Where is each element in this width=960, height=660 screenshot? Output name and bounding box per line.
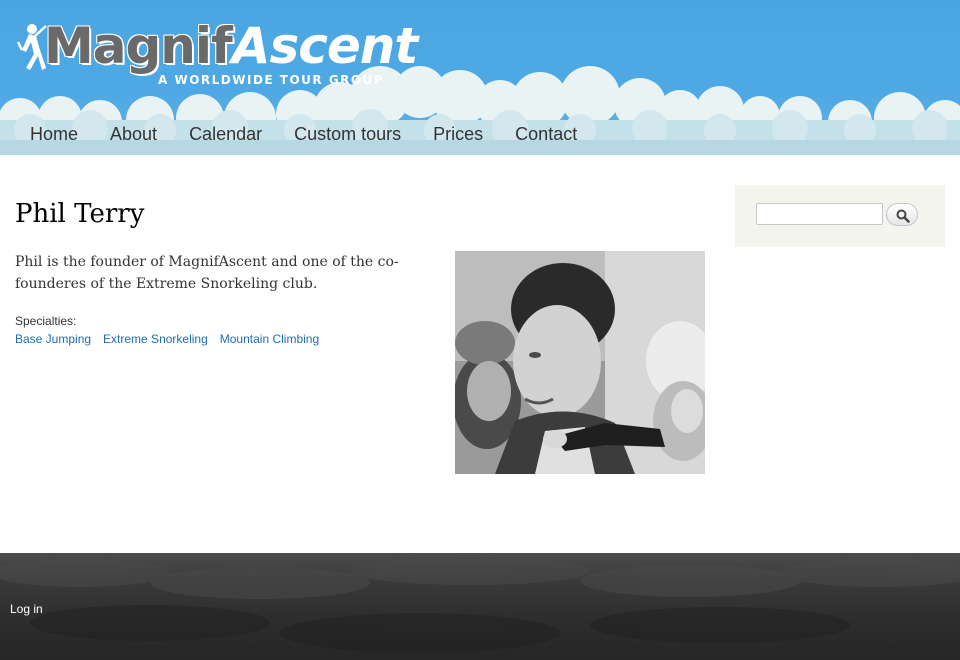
specialty-link-base-jumping[interactable]: Base Jumping — [15, 332, 91, 346]
nav-item-custom-tours[interactable]: Custom tours — [278, 120, 417, 149]
specialty-link-mountain-climbing[interactable]: Mountain Climbing — [220, 332, 319, 346]
nav-item-prices[interactable]: Prices — [417, 120, 499, 149]
logo-tagline: A WORLDWIDE TOUR GROUP — [158, 73, 385, 87]
nav-item-home[interactable]: Home — [14, 120, 94, 149]
main-nav: Home About Calendar Custom tours Prices … — [14, 120, 593, 149]
specialties-label: Specialties: — [15, 314, 77, 328]
page-title: Phil Terry — [15, 199, 145, 229]
specialty-link-extreme-snorkeling[interactable]: Extreme Snorkeling — [103, 332, 208, 346]
search-icon — [896, 209, 910, 223]
site-logo[interactable]: MagnifAscent A WORLDWIDE TOUR GROUP — [12, 14, 422, 88]
logo-part-magnif: Magnif — [44, 17, 233, 75]
site-footer: Log in — [0, 553, 960, 660]
profile-photo — [455, 251, 705, 474]
sidebar-search-block — [735, 185, 945, 247]
nav-item-contact[interactable]: Contact — [499, 120, 593, 149]
nav-item-about[interactable]: About — [94, 120, 173, 149]
login-link[interactable]: Log in — [10, 602, 43, 616]
search-button[interactable] — [886, 203, 918, 226]
logo-part-ascent: Ascent — [231, 17, 419, 75]
specialties-list: Base Jumping Extreme Snorkeling Mountain… — [15, 332, 319, 346]
search-input[interactable] — [756, 203, 883, 225]
bio-text: Phil is the founder of MagnifAscent and … — [15, 254, 399, 292]
site-header: MagnifAscent A WORLDWIDE TOUR GROUP Home… — [0, 0, 960, 155]
logo-wordmark: MagnifAscent — [44, 14, 419, 78]
footer-texture — [0, 557, 960, 653]
nav-item-calendar[interactable]: Calendar — [173, 120, 278, 149]
